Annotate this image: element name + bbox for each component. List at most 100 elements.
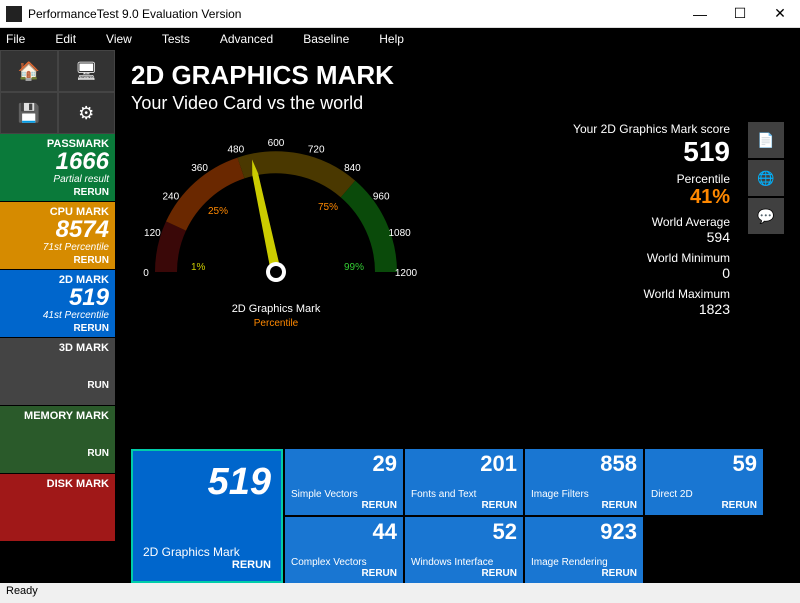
menu-file[interactable]: File [6, 32, 25, 46]
sidebar-card-2d-mark[interactable]: 2D MARK51941st PercentileRERUN [0, 270, 115, 338]
settings-button[interactable]: ⚙ [58, 92, 116, 134]
card-score: 519 [6, 286, 109, 310]
chat-button[interactable]: 💬 [748, 198, 784, 234]
overall-tile[interactable]: 519 2D Graphics Mark RERUN [131, 449, 283, 583]
percentile-value: 41% [573, 186, 730, 209]
gauge-tick: 960 [373, 192, 390, 203]
sidebar-card-passmark[interactable]: PASSMARK1666Partial resultRERUN [0, 134, 115, 202]
card-label: 3D MARK [6, 342, 109, 354]
tile-complex-vectors[interactable]: 44 Complex VectorsRERUN [285, 517, 403, 583]
tile-label: Simple Vectors [291, 489, 397, 500]
overall-name: 2D Graphics Mark [143, 545, 271, 559]
tile-action[interactable]: RERUN [291, 568, 397, 579]
gauge-sublabel: Percentile [254, 318, 299, 329]
tile-action[interactable]: RERUN [411, 568, 517, 579]
overall-score: 519 [143, 461, 271, 504]
menu-bar: File Edit View Tests Advanced Baseline H… [0, 28, 800, 50]
tile-simple-vectors[interactable]: 29 Simple VectorsRERUN [285, 449, 403, 515]
sidebar-card-3d-mark[interactable]: 3D MARK RUN [0, 338, 115, 406]
tile-value: 44 [291, 521, 397, 543]
gauge-tick: 1200 [395, 268, 418, 279]
tile-label: Windows Interface [411, 557, 517, 568]
score-label: Your 2D Graphics Mark score [573, 122, 730, 136]
tile-label: Image Filters [531, 489, 637, 500]
tile-action[interactable]: RERUN [411, 500, 517, 511]
overall-rerun[interactable]: RERUN [143, 559, 271, 571]
world-avg-value: 594 [573, 229, 730, 245]
globe-button[interactable]: 🌐 [748, 160, 784, 196]
world-max-label: World Maximum [573, 287, 730, 301]
tile-value: 923 [531, 521, 637, 543]
sidebar-card-cpu-mark[interactable]: CPU MARK857471st PercentileRERUN [0, 202, 115, 270]
minimize-button[interactable]: — [680, 0, 720, 28]
tile-value: 201 [411, 453, 517, 475]
disk-button[interactable]: 💾 [0, 92, 58, 134]
menu-help[interactable]: Help [379, 32, 404, 46]
gauge: 012024036048060072084096010801200 1% 25%… [131, 122, 431, 445]
sidebar-card-memory-mark[interactable]: MEMORY MARK RUN [0, 406, 115, 474]
tile-image-filters[interactable]: 858 Image FiltersRERUN [525, 449, 643, 515]
page-header: 2D GRAPHICS MARK Your Video Card vs the … [131, 60, 784, 114]
gauge-label: 2D Graphics Mark [232, 303, 321, 315]
gauge-tick: 600 [268, 138, 285, 149]
card-action[interactable]: RERUN [6, 187, 109, 198]
result-tiles: 519 2D Graphics Mark RERUN 29 Simple Vect… [131, 449, 784, 583]
tile-label: Fonts and Text [411, 489, 517, 500]
gauge-1pct: 1% [191, 262, 206, 273]
tile-fonts-and-text[interactable]: 201 Fonts and TextRERUN [405, 449, 523, 515]
world-max-value: 1823 [573, 301, 730, 317]
status-text: Ready [6, 585, 38, 597]
card-action[interactable]: RERUN [6, 255, 109, 266]
card-sub: 41st Percentile [6, 310, 109, 321]
score-value: 519 [573, 136, 730, 168]
menu-edit[interactable]: Edit [55, 32, 76, 46]
gauge-tick: 480 [227, 144, 244, 155]
menu-view[interactable]: View [106, 32, 132, 46]
card-action[interactable]: RUN [6, 380, 109, 391]
tile-value: 858 [531, 453, 637, 475]
tile-label: Direct 2D [651, 489, 757, 500]
tile-windows-interface[interactable]: 52Windows InterfaceRERUN [405, 517, 523, 583]
tile-action[interactable]: RERUN [531, 500, 637, 511]
menu-advanced[interactable]: Advanced [220, 32, 273, 46]
gauge-tick: 240 [162, 192, 179, 203]
gauge-tick: 720 [308, 144, 325, 155]
card-sub: Partial result [6, 174, 109, 185]
world-avg-label: World Average [573, 215, 730, 229]
menu-tests[interactable]: Tests [162, 32, 190, 46]
card-score: 8574 [6, 218, 109, 242]
page-title: 2D GRAPHICS MARK [131, 60, 784, 91]
gauge-tick: 840 [344, 163, 361, 174]
menu-baseline[interactable]: Baseline [303, 32, 349, 46]
tile-label: Image Rendering [531, 557, 637, 568]
card-label: DISK MARK [6, 478, 109, 490]
monitor-button[interactable]: 🖥 [58, 50, 116, 92]
export-button[interactable]: 📄 [748, 122, 784, 158]
gauge-tick: 1080 [389, 228, 412, 239]
tile-value: 29 [291, 453, 397, 475]
tile-action[interactable]: RERUN [531, 568, 637, 579]
gauge-tick: 360 [191, 163, 208, 174]
percentile-label: Percentile [573, 172, 730, 186]
gauge-tick: 0 [143, 268, 149, 279]
title-bar: PerformanceTest 9.0 Evaluation Version —… [0, 0, 800, 28]
sidebar: 🏠 🖥 💾 ⚙ PASSMARK1666Partial resultRERUNC… [0, 50, 115, 583]
tile-direct-2d[interactable]: 59Direct 2DRERUN [645, 449, 763, 515]
page-subtitle: Your Video Card vs the world [131, 93, 784, 114]
close-button[interactable]: ✕ [760, 0, 800, 28]
stats-panel: Your 2D Graphics Mark score 519 Percenti… [573, 122, 740, 445]
card-label: MEMORY MARK [6, 410, 109, 422]
tile-label: Complex Vectors [291, 557, 397, 568]
tile-action[interactable]: RERUN [291, 500, 397, 511]
tile-action[interactable]: RERUN [651, 500, 757, 511]
gauge-99pct: 99% [344, 262, 364, 273]
maximize-button[interactable]: ☐ [720, 0, 760, 28]
world-min-value: 0 [573, 265, 730, 281]
gauge-25pct: 25% [208, 206, 228, 217]
tile-image-rendering[interactable]: 923 Image RenderingRERUN [525, 517, 643, 583]
card-sub: 71st Percentile [6, 242, 109, 253]
home-button[interactable]: 🏠 [0, 50, 58, 92]
card-action[interactable]: RUN [6, 448, 109, 459]
sidebar-card-disk-mark[interactable]: DISK MARK [0, 474, 115, 542]
card-action[interactable]: RERUN [6, 323, 109, 334]
